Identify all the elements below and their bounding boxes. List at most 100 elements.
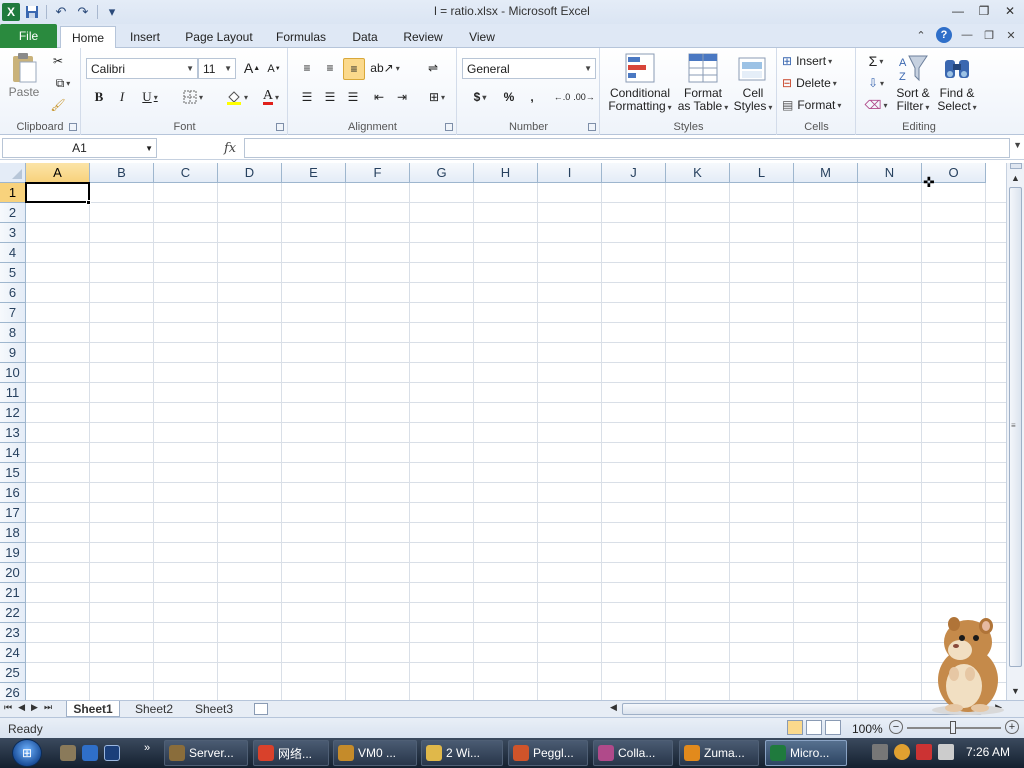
paste-button[interactable]: Paste [4, 52, 44, 99]
redo-icon[interactable]: ↷ [73, 2, 93, 22]
row-header-11[interactable]: 11 [0, 383, 26, 403]
row-header-4[interactable]: 4 [0, 243, 26, 263]
last-sheet-icon[interactable]: ⏭ [44, 702, 52, 713]
cell-styles-button[interactable]: Cell Styles ▾ [731, 52, 775, 114]
decrease-indent-icon[interactable]: ⇤ [369, 88, 389, 106]
fill-color-icon[interactable]: ▾ [222, 88, 252, 106]
column-header-h[interactable]: H [474, 163, 538, 183]
number-format-dropdown[interactable]: General ▼ [462, 58, 596, 79]
column-header-i[interactable]: I [538, 163, 602, 183]
tray-network-icon[interactable] [916, 744, 932, 760]
next-sheet-icon[interactable]: ▶ [31, 702, 38, 713]
zoom-in-icon[interactable]: + [1005, 720, 1019, 734]
column-header-b[interactable]: B [90, 163, 154, 183]
row-header-10[interactable]: 10 [0, 363, 26, 383]
font-color-icon[interactable]: A ▾ [256, 88, 286, 106]
delete-cells-button[interactable]: ⊟ Delete ▾ [782, 74, 852, 92]
row-header-16[interactable]: 16 [0, 483, 26, 503]
accounting-format-button[interactable]: $ ▾ [466, 88, 494, 106]
italic-icon[interactable]: I [113, 88, 131, 106]
cut-icon[interactable]: ✂ [50, 53, 66, 69]
sheet-tab-sheet3[interactable]: Sheet3 [186, 701, 242, 717]
taskbar-button[interactable]: Zuma... [679, 740, 759, 766]
workbook-close-icon[interactable]: ✕ [1004, 29, 1018, 42]
alignment-launcher-icon[interactable] [445, 123, 453, 131]
tab-home[interactable]: Home [60, 26, 116, 49]
excel-logo-icon[interactable]: X [2, 3, 20, 21]
taskbar-button[interactable]: Peggl... [508, 740, 588, 766]
row-header-13[interactable]: 13 [0, 423, 26, 443]
row-header-9[interactable]: 9 [0, 343, 26, 363]
row-header-20[interactable]: 20 [0, 563, 26, 583]
conditional-formatting-button[interactable]: Conditional Formatting ▾ [607, 52, 673, 114]
insert-function-icon[interactable]: fx [224, 141, 236, 156]
taskbar-button[interactable]: VM0 ... [333, 740, 417, 766]
row-header-14[interactable]: 14 [0, 443, 26, 463]
minimize-icon[interactable]: — [948, 2, 968, 20]
comma-style-button[interactable]: , [524, 88, 540, 106]
taskbar-clock[interactable]: 7:26 AM [966, 745, 1010, 759]
column-header-c[interactable]: C [154, 163, 218, 183]
row-header-25[interactable]: 25 [0, 663, 26, 683]
show-desktop-icon[interactable] [104, 745, 120, 761]
quick-launch-app-icon[interactable] [60, 745, 76, 761]
row-header-15[interactable]: 15 [0, 463, 26, 483]
close-icon[interactable]: ✕ [1000, 2, 1020, 20]
increase-indent-icon[interactable]: ⇥ [392, 88, 412, 106]
find-select-button[interactable]: Find & Select ▾ [935, 52, 979, 114]
tray-volume-muted-icon[interactable] [938, 744, 954, 760]
column-header-a[interactable]: A [26, 163, 90, 183]
number-launcher-icon[interactable] [588, 123, 596, 131]
cell-area[interactable] [26, 183, 1006, 700]
start-button-icon[interactable]: ⊞ [12, 739, 42, 767]
grow-font-icon[interactable]: A ▲ [244, 59, 260, 77]
sort-filter-button[interactable]: AZ Sort & Filter ▾ [891, 52, 935, 114]
tab-formulas[interactable]: Formulas [270, 26, 332, 48]
tab-view[interactable]: View [462, 26, 502, 48]
tab-file[interactable]: File [0, 24, 57, 48]
help-icon[interactable]: ? [936, 27, 952, 43]
merge-center-icon[interactable]: ⊞ ▾ [423, 88, 451, 106]
autosum-icon[interactable]: Σ ▾ [863, 52, 889, 70]
column-header-d[interactable]: D [218, 163, 282, 183]
row-header-7[interactable]: 7 [0, 303, 26, 323]
column-header-g[interactable]: G [410, 163, 474, 183]
zoom-level[interactable]: 100% [852, 722, 883, 736]
select-all-button[interactable] [0, 163, 26, 183]
format-painter-icon[interactable]: 🖌 [50, 97, 66, 113]
copy-icon[interactable]: ⧉ ▾ [50, 75, 76, 91]
column-header-f[interactable]: F [346, 163, 410, 183]
row-header-2[interactable]: 2 [0, 203, 26, 223]
expand-formula-bar-icon[interactable]: ▼ [1013, 140, 1022, 150]
tray-search-icon[interactable] [894, 744, 910, 760]
row-header-24[interactable]: 24 [0, 643, 26, 663]
save-icon[interactable] [22, 2, 42, 22]
shrink-font-icon[interactable]: A ▼ [266, 61, 282, 77]
row-header-12[interactable]: 12 [0, 403, 26, 423]
sheet-tab-sheet2[interactable]: Sheet2 [126, 701, 182, 717]
page-layout-view-icon[interactable] [806, 720, 822, 735]
format-as-table-button[interactable]: Format as Table ▾ [677, 52, 729, 114]
middle-align-icon[interactable]: ≡ [320, 58, 340, 78]
clipboard-launcher-icon[interactable] [69, 123, 77, 131]
minimize-ribbon-icon[interactable]: ⌃ [914, 29, 928, 42]
align-left-icon[interactable]: ☰ [297, 88, 317, 106]
name-box[interactable]: A1 ▼ [2, 138, 157, 158]
row-header-22[interactable]: 22 [0, 603, 26, 623]
align-right-icon[interactable]: ☰ [343, 88, 363, 106]
font-launcher-icon[interactable] [276, 123, 284, 131]
column-header-m[interactable]: M [794, 163, 858, 183]
tab-insert[interactable]: Insert [122, 26, 168, 48]
row-header-5[interactable]: 5 [0, 263, 26, 283]
customize-qat-icon[interactable]: ▾ [102, 2, 122, 22]
bold-icon[interactable]: B [90, 88, 108, 106]
row-header-18[interactable]: 18 [0, 523, 26, 543]
row-header-26[interactable]: 26 [0, 683, 26, 700]
top-align-icon[interactable]: ≡ [297, 58, 317, 78]
restore-icon[interactable]: ❐ [974, 2, 994, 20]
tab-review[interactable]: Review [398, 26, 448, 48]
underline-icon[interactable]: U ▾ [136, 88, 164, 106]
row-header-17[interactable]: 17 [0, 503, 26, 523]
bottom-align-icon[interactable]: ≡ [343, 58, 365, 80]
fill-handle[interactable] [86, 200, 91, 205]
